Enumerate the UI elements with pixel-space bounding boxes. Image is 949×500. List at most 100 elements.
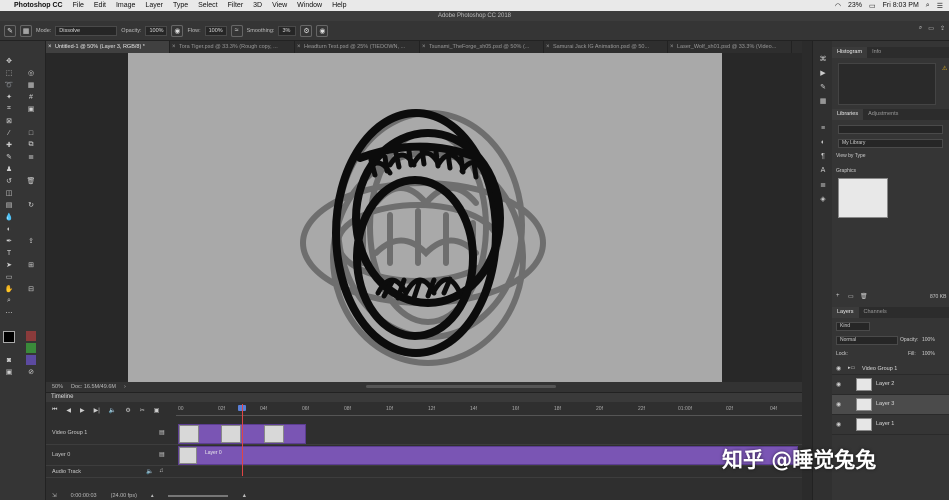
- layer-row-layer-3[interactable]: ◉ Layer 3: [832, 395, 949, 415]
- new-frame-icon[interactable]: □: [26, 128, 36, 138]
- tab-laser-wolf[interactable]: × Laser_Wolf_sh01.psd @ 33.3% (Video...: [668, 41, 792, 53]
- frame-thumbnail[interactable]: [221, 425, 241, 443]
- close-tab-icon[interactable]: ×: [172, 41, 176, 53]
- horizontal-scrollbar[interactable]: [366, 385, 556, 388]
- library-folder-icon[interactable]: ▭: [848, 293, 854, 300]
- history-icon[interactable]: ⌘: [817, 55, 829, 65]
- close-tab-icon[interactable]: ×: [670, 41, 674, 53]
- tab-layers[interactable]: Layers: [832, 307, 859, 318]
- grid-icon[interactable]: #: [26, 92, 36, 102]
- playhead[interactable]: [242, 404, 243, 476]
- music-note-icon[interactable]: ♫: [159, 468, 164, 474]
- layer-opacity[interactable]: 100%: [922, 337, 935, 343]
- menu-layer[interactable]: Layer: [145, 2, 163, 9]
- clear-icon[interactable]: ⊘: [26, 367, 36, 377]
- audio-icon[interactable]: 🔈: [109, 407, 116, 414]
- workspace-icon[interactable]: ▭: [928, 25, 934, 32]
- glyphs-icon[interactable]: ≣: [817, 181, 829, 191]
- settings-icon[interactable]: ⚙: [125, 407, 130, 414]
- frame-thumbnail[interactable]: [179, 425, 199, 443]
- lasso-tool-icon[interactable]: ➰: [4, 80, 14, 90]
- pressure-opacity-icon[interactable]: ◉: [171, 24, 184, 37]
- timeline-zoom-slider[interactable]: [167, 495, 228, 497]
- layer-0-clip[interactable]: Layer 0: [178, 446, 798, 465]
- document-workspace[interactable]: [46, 53, 802, 382]
- tab-info[interactable]: Info: [867, 47, 886, 58]
- timeline-ruler[interactable]: 00 02f 04f 06f 08f 10f 12f 14f 16f 18f 2…: [176, 404, 802, 416]
- paragraph-icon[interactable]: ¶: [817, 153, 829, 163]
- doc-size[interactable]: Doc: 16.5M/49.6M: [71, 384, 116, 390]
- move-tool-icon[interactable]: ✥: [4, 56, 14, 66]
- warning-icon[interactable]: ⚠: [942, 65, 947, 72]
- brush-tool-icon[interactable]: ✎: [4, 152, 14, 162]
- eye-icon[interactable]: ◉: [836, 401, 841, 408]
- zoom-in-icon[interactable]: ▲: [242, 493, 247, 499]
- type-tool-icon[interactable]: T: [4, 248, 14, 258]
- film-icon[interactable]: ▤: [159, 451, 165, 458]
- timeline-title[interactable]: Timeline: [46, 393, 802, 402]
- history-brush-tool-icon[interactable]: ↺: [4, 176, 14, 186]
- opacity-field[interactable]: 100%: [145, 25, 168, 36]
- tab-tora-tiger[interactable]: × Tora Tiger.psd @ 33.3% (Rough copy, ...: [170, 41, 295, 53]
- eye-icon[interactable]: ◉: [836, 365, 841, 372]
- smoothing-field[interactable]: 3%: [278, 25, 297, 36]
- hand-tool-icon[interactable]: ✋: [4, 284, 14, 294]
- stamp-tool-icon[interactable]: ♟: [4, 164, 14, 174]
- menu-select[interactable]: Select: [198, 2, 217, 9]
- screen-mode-icon[interactable]: ▣: [4, 367, 14, 377]
- airbrush-icon[interactable]: ≈: [230, 24, 243, 37]
- prev-frame-icon[interactable]: ◀: [66, 407, 71, 414]
- view-by-select[interactable]: View by Type: [836, 153, 866, 159]
- adjust-icon[interactable]: ◐: [817, 139, 829, 149]
- transition-icon[interactable]: ▣: [154, 407, 160, 414]
- spotlight-icon[interactable]: ⌕: [926, 2, 930, 10]
- tab-untitled-1[interactable]: × Untitled-1 @ 50% (Layer 3, RGB/8) *: [46, 41, 170, 53]
- eye-icon[interactable]: ◉: [836, 421, 841, 428]
- notification-center-icon[interactable]: ☰: [937, 2, 943, 10]
- add-library-icon[interactable]: +: [836, 293, 840, 299]
- close-tab-icon[interactable]: ×: [546, 41, 550, 53]
- menu-filter[interactable]: Filter: [228, 2, 244, 9]
- layers-stack-icon[interactable]: ≣: [26, 152, 36, 162]
- arrange-icon[interactable]: ⊟: [26, 284, 36, 294]
- menu-3d[interactable]: 3D: [253, 2, 262, 9]
- library-select[interactable]: My Library: [838, 139, 943, 148]
- timecode[interactable]: 0:00:00:03: [71, 493, 97, 499]
- brush-settings-icon[interactable]: ▦: [20, 24, 32, 37]
- close-tab-icon[interactable]: ×: [48, 41, 52, 53]
- align-icon[interactable]: ⊞: [26, 260, 36, 270]
- track-label[interactable]: Video Group 1: [52, 430, 87, 436]
- character-icon[interactable]: A: [817, 167, 829, 177]
- search-icon[interactable]: ⌕: [919, 25, 922, 32]
- wifi-icon[interactable]: ◠: [835, 2, 841, 10]
- tab-tsunami[interactable]: × Tsunami_TheForge_sh05.psd @ 50% (...: [420, 41, 544, 53]
- more-tools-icon[interactable]: ⋯: [4, 308, 14, 318]
- layer-fill[interactable]: 100%: [922, 351, 935, 357]
- close-tab-icon[interactable]: ×: [422, 41, 426, 53]
- layer-row-layer-2[interactable]: ◉ Layer 2: [832, 375, 949, 395]
- mode-select[interactable]: Dissolve: [55, 25, 118, 36]
- smoothing-options-icon[interactable]: ⚙: [300, 24, 313, 37]
- color-swatch-purple[interactable]: [26, 355, 36, 365]
- graphics-header[interactable]: Graphics: [836, 168, 856, 174]
- status-menu-icon[interactable]: ›: [124, 384, 126, 390]
- frames-icon[interactable]: ▦: [26, 80, 36, 90]
- layer-kind-filter[interactable]: Kind: [836, 322, 870, 331]
- next-frame-icon[interactable]: ▶|: [94, 407, 100, 414]
- frame-thumbnail[interactable]: [264, 425, 284, 443]
- zoom-out-icon[interactable]: ▴: [151, 493, 154, 499]
- dodge-tool-icon[interactable]: ◐: [4, 224, 14, 234]
- layer-row-video-group[interactable]: ◉ ▸▭ Video Group 1: [832, 363, 949, 375]
- path-select-tool-icon[interactable]: ➤: [4, 260, 14, 270]
- blend-mode-select[interactable]: Normal: [836, 336, 898, 345]
- tab-libraries[interactable]: Libraries: [832, 109, 864, 120]
- eyedropper-tool-icon[interactable]: ⁄: [4, 128, 14, 138]
- crop-tool-icon[interactable]: ⌗: [4, 104, 14, 114]
- zoom-tool-icon[interactable]: ⌕: [4, 296, 14, 306]
- speaker-icon[interactable]: 🔈: [146, 468, 153, 475]
- menu-image[interactable]: Image: [116, 2, 135, 9]
- tab-headturn-test[interactable]: × Headturn Test.psd @ 25% (TIEDOWN, ...: [295, 41, 420, 53]
- zoom-level[interactable]: 50%: [52, 384, 63, 390]
- menu-window[interactable]: Window: [297, 2, 322, 9]
- quick-select-tool-icon[interactable]: ✦: [4, 92, 14, 102]
